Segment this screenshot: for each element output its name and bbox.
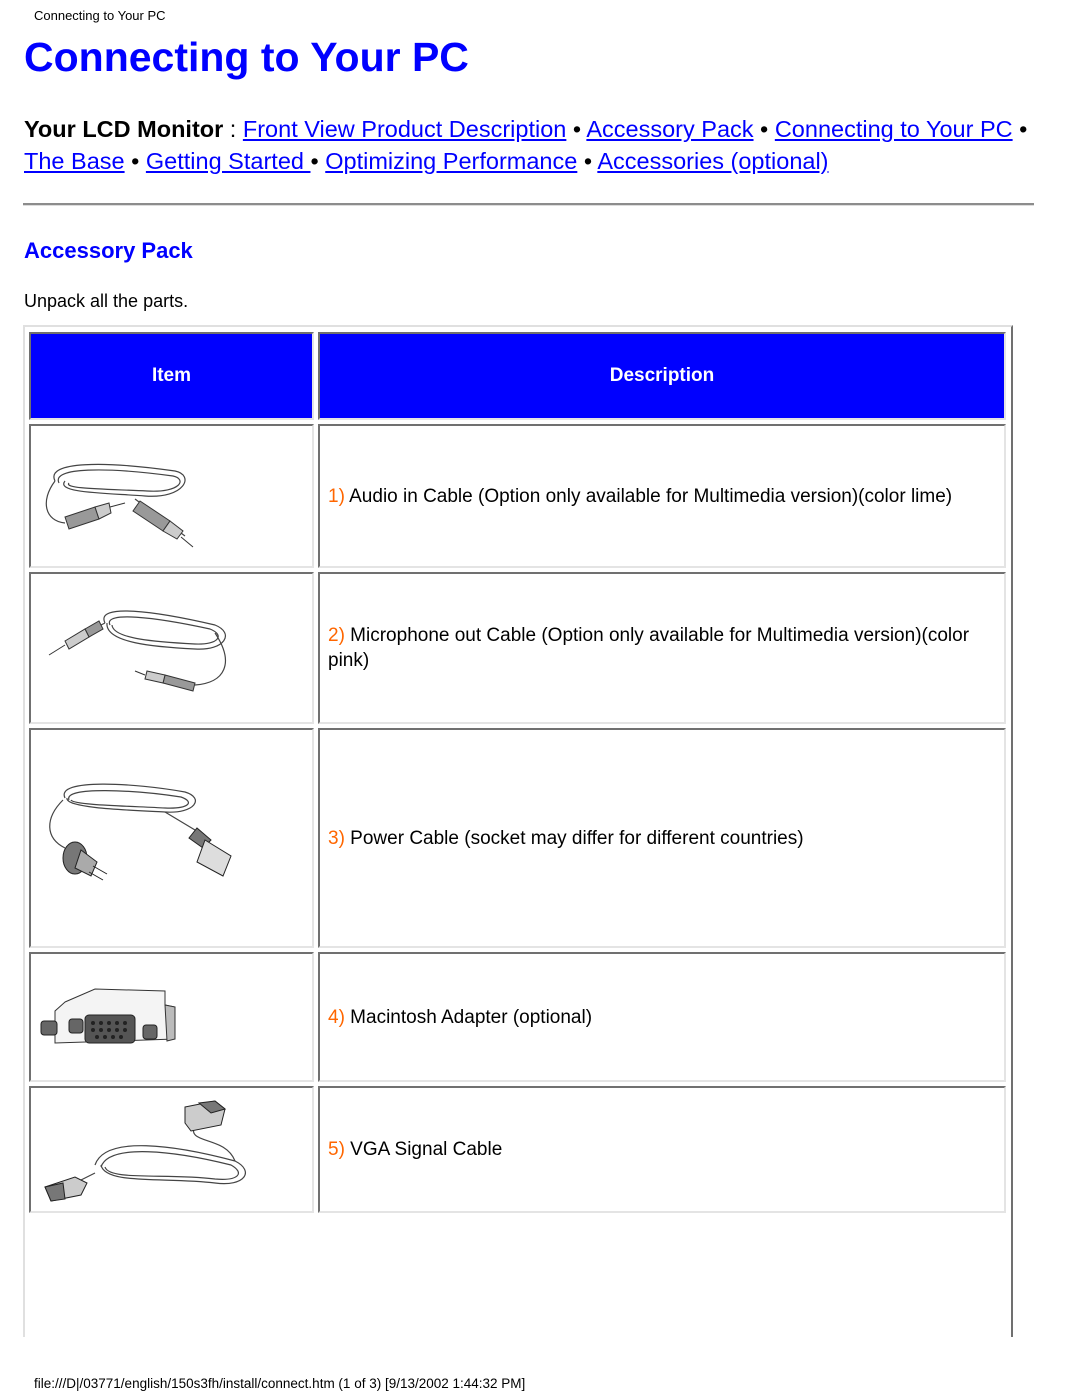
audio-cable-icon <box>45 463 194 548</box>
item-number: 3) <box>328 827 345 849</box>
header-item-label: Item <box>151 365 192 386</box>
power-cable-icon <box>49 783 232 881</box>
item-description: Audio in Cable (Option only available fo… <box>344 485 953 507</box>
section-title: Accessory Pack <box>24 238 193 263</box>
header-description: Description <box>318 332 1006 420</box>
vga-cable-icon <box>44 1099 246 1202</box>
header-item: Item <box>29 332 314 420</box>
table-row-description: 3) Power Cable (socket may differ for di… <box>318 728 1006 948</box>
table-row-description: 1) Audio in Cable (Option only available… <box>318 424 1006 568</box>
table-row-description: 5) VGA Signal Cable <box>318 1086 1006 1213</box>
item-description: Power Cable (socket may differ for diffe… <box>344 827 804 849</box>
microphone-cable-icon <box>48 610 226 692</box>
running-header: Connecting to Your PC <box>34 8 166 23</box>
item-number: 1) <box>328 485 345 507</box>
item-number: 4) <box>328 1006 345 1028</box>
nav-bullet: • <box>1012 116 1028 142</box>
nav-bullet: • <box>753 116 775 142</box>
mac-adapter-icon <box>40 988 176 1044</box>
nav-lead: Your LCD Monitor <box>24 116 224 142</box>
table-row-image <box>29 952 314 1082</box>
table-row-description: 2) Microphone out Cable (Option only ava… <box>318 572 1006 724</box>
footer-file-path: file:///D|/03771/english/150s3fh/install… <box>34 1376 526 1391</box>
horizontal-divider <box>23 203 1034 206</box>
description-text: 1) Audio in Cable (Option only available… <box>328 484 952 509</box>
table-row-image <box>29 1086 314 1213</box>
table-row-image <box>29 572 314 724</box>
nav-bullet: • <box>566 116 587 142</box>
nav-bullet: • <box>577 148 598 174</box>
nav-separator: : <box>223 116 243 142</box>
nav-link-accessories[interactable]: Accessories (optional) <box>597 148 828 174</box>
breadcrumb-nav: Your LCD Monitor : Front View Product De… <box>24 113 1044 177</box>
table-row-image <box>29 424 314 568</box>
table-row-description: 4) Macintosh Adapter (optional) <box>318 952 1006 1082</box>
accessory-table: Item Description 1) Audio in Cable (Opti… <box>23 325 1013 1337</box>
nav-link-getting-started[interactable]: Getting Started <box>146 148 311 174</box>
nav-link-front-view[interactable]: Front View Product Description <box>243 116 566 142</box>
nav-link-accessory-pack[interactable]: Accessory Pack <box>586 116 753 142</box>
item-description: Macintosh Adapter (optional) <box>344 1006 593 1028</box>
item-description: VGA Signal Cable <box>344 1139 503 1160</box>
description-text: 3) Power Cable (socket may differ for di… <box>328 826 804 851</box>
nav-link-optimizing[interactable]: Optimizing Performance <box>325 148 577 174</box>
table-row-image <box>29 728 314 948</box>
page-title: Connecting to Your PC <box>24 34 469 80</box>
nav-bullet: • <box>124 148 146 174</box>
intro-text: Unpack all the parts. <box>24 291 189 311</box>
item-number: 5) <box>328 1139 345 1160</box>
description-text: 2) Microphone out Cable (Option only ava… <box>328 623 998 673</box>
item-number: 2) <box>328 625 345 646</box>
header-description-label: Description <box>609 365 715 386</box>
description-text: 5) VGA Signal Cable <box>328 1137 502 1162</box>
nav-link-connecting[interactable]: Connecting to Your PC <box>775 116 1013 142</box>
nav-link-the-base[interactable]: The Base <box>24 148 125 174</box>
description-text: 4) Macintosh Adapter (optional) <box>328 1005 592 1030</box>
item-description: Microphone out Cable (Option only availa… <box>328 625 970 671</box>
nav-bullet: • <box>310 148 326 174</box>
